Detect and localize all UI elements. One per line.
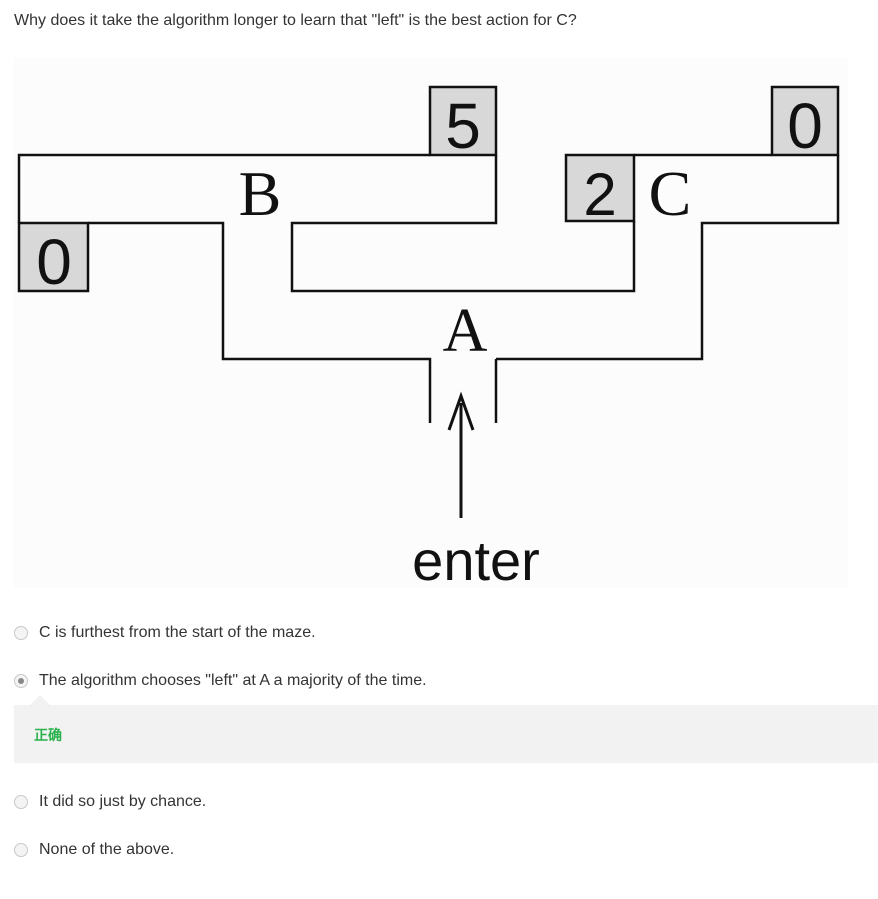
reward-0-right-text: 0: [787, 90, 823, 162]
option-1[interactable]: C is furthest from the start of the maze…: [14, 624, 316, 642]
entry-label: enter: [412, 529, 540, 588]
maze-svg: 5 0 0 2 B C A enter: [17, 85, 840, 588]
option-1-radio[interactable]: [14, 626, 28, 640]
option-4-label: None of the above.: [39, 841, 175, 858]
option-4[interactable]: None of the above.: [14, 841, 174, 859]
reward-0-left-text: 0: [36, 226, 72, 298]
maze-walls: [17, 153, 840, 423]
option-3-label: It did so just by chance.: [39, 793, 207, 810]
question-text: Why does it take the algorithm longer to…: [14, 12, 577, 29]
option-3-radio[interactable]: [14, 795, 28, 809]
option-2-label: The algorithm chooses "left" at A a majo…: [39, 672, 427, 689]
option-3[interactable]: It did so just by chance.: [14, 793, 206, 811]
label-b: B: [239, 158, 282, 229]
reward-2-text: 2: [583, 161, 616, 228]
label-a: A: [443, 297, 488, 365]
feedback-panel: 正确: [14, 695, 878, 763]
option-2[interactable]: The algorithm chooses "left" at A a majo…: [14, 672, 427, 690]
reward-5-text: 5: [445, 90, 481, 162]
option-4-radio[interactable]: [14, 843, 28, 857]
feedback-correct-text: 正确: [34, 728, 62, 744]
option-1-label: C is furthest from the start of the maze…: [39, 624, 316, 641]
maze-diagram: 5 0 0 2 B C A enter: [14, 58, 848, 588]
label-c: C: [649, 158, 692, 229]
option-2-radio[interactable]: [14, 674, 28, 688]
